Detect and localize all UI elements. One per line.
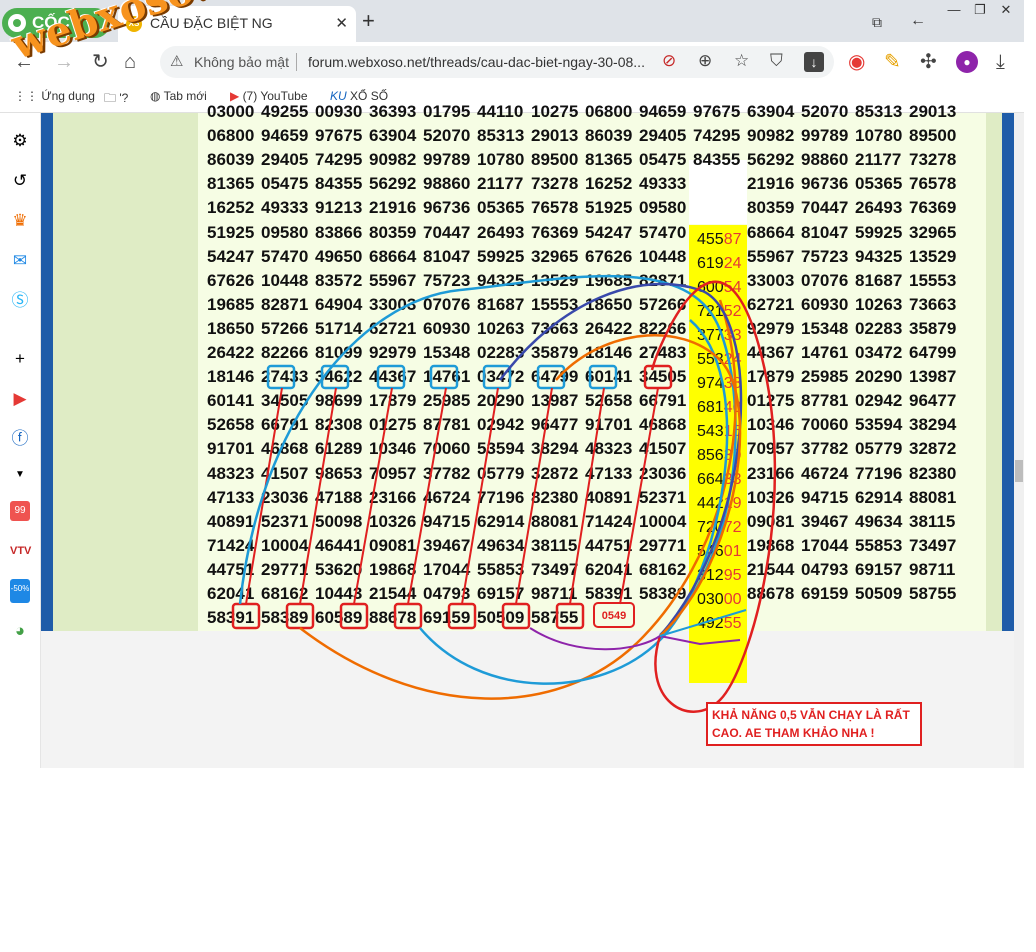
annotation-note: KHẢ NĂNG 0,5 VẪN CHẠY LÀ RẤT CAO. AE THA…: [706, 702, 922, 746]
connector-line: [299, 387, 337, 605]
circle-mark-bottom: [339, 602, 369, 630]
circle-mark-top: [429, 364, 459, 390]
circle-mark-bottom: [393, 602, 423, 630]
connector-line: [407, 387, 447, 605]
connector-line: [353, 387, 393, 605]
circle-mark-top: [320, 364, 350, 390]
circle-mark-top: [376, 364, 406, 390]
curve-purple: [529, 627, 741, 651]
circle-mark-top: [266, 364, 296, 390]
circle-mark-bottom: [501, 602, 531, 630]
connector-line: [569, 387, 605, 605]
label-0549: 0549: [602, 610, 626, 622]
connector-line: [619, 387, 659, 605]
curve-red: [650, 280, 777, 713]
circle-mark-top: [643, 364, 673, 390]
curve-orange-2: [555, 334, 742, 637]
connector-line: [515, 387, 553, 605]
circle-mark-top: [588, 364, 618, 390]
annotation-overlay: 0549: [231, 274, 777, 713]
circle-mark-bottom: [231, 602, 261, 630]
curve-blue: [238, 274, 737, 636]
connector-line: [461, 387, 499, 605]
circle-mark-top: [482, 364, 512, 390]
circle-mark-bottom: [285, 602, 315, 630]
circle-mark-bottom: [447, 602, 477, 630]
circle-mark-bottom: [555, 602, 585, 630]
